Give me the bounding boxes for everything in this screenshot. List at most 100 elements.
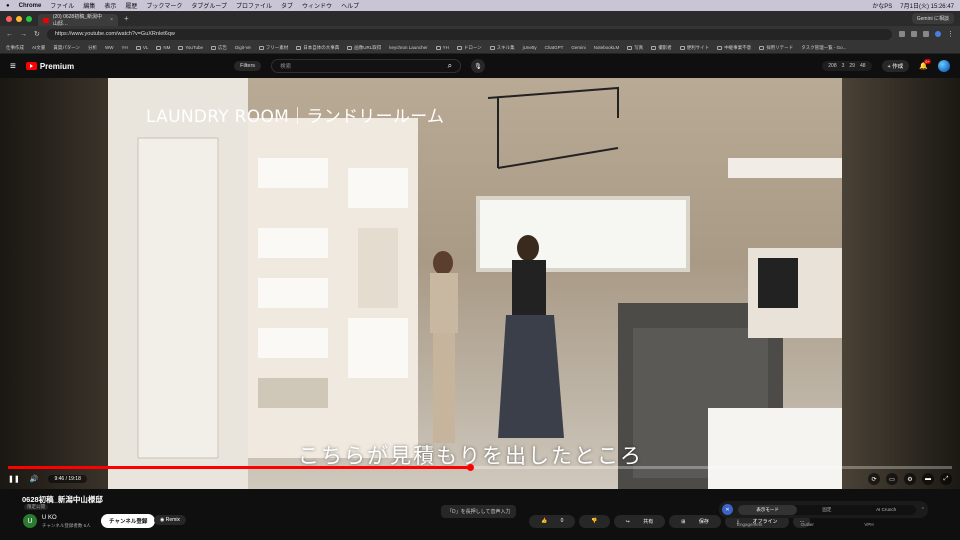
bookmark[interactable]: YH xyxy=(122,45,128,50)
menu-file[interactable]: ファイル xyxy=(50,1,74,10)
create-button[interactable]: + 作成 xyxy=(881,60,910,72)
gemini-button[interactable]: Gemini に相談 xyxy=(911,13,954,24)
clock[interactable]: 7月1日(火) 15:26:47 xyxy=(900,1,954,10)
close-window-icon[interactable] xyxy=(6,15,12,22)
menu-history[interactable]: 履歴 xyxy=(125,1,137,10)
mode-display[interactable]: 表示モード xyxy=(738,504,798,515)
close-tab-icon[interactable]: × xyxy=(110,17,113,23)
avatar[interactable] xyxy=(938,60,950,72)
subscribe-button[interactable]: チャンネル登録 xyxy=(101,514,156,528)
folder-icon xyxy=(717,45,723,50)
bookmark[interactable]: 仕事作成 xyxy=(6,45,24,51)
menu-view[interactable]: 表示 xyxy=(104,1,116,10)
search-icon[interactable]: ⌕ xyxy=(448,61,452,71)
bookmark[interactable]: NM xyxy=(156,45,170,50)
forward-icon[interactable]: → xyxy=(20,31,27,38)
channel-avatar[interactable]: U xyxy=(23,514,37,528)
bookmark[interactable]: ドローン xyxy=(456,45,482,51)
remix-button[interactable]: ◉ Remix xyxy=(154,515,186,525)
bookmark[interactable]: 便利サイト xyxy=(679,45,709,51)
bookmark[interactable]: 画像URL取得 xyxy=(347,45,381,51)
menu-tabgroups[interactable]: タブグループ xyxy=(191,1,227,10)
bookmark[interactable]: keychron Launcher xyxy=(389,45,427,50)
scrubber-handle[interactable] xyxy=(467,463,475,471)
notification-badge: 9+ xyxy=(924,59,931,64)
pause-icon[interactable]: ❚❚ xyxy=(8,475,20,483)
bookmark[interactable]: NotebookLM xyxy=(594,45,620,50)
extension-icon[interactable] xyxy=(899,31,905,37)
tab-active[interactable]: (20) 0628初稿_新潟中山邸… × xyxy=(38,14,118,27)
bookmark[interactable]: 撮影者 xyxy=(651,45,672,51)
youtube-logo[interactable]: Premium xyxy=(25,62,74,71)
bookmark[interactable]: YH xyxy=(435,45,449,50)
zoom-window-icon[interactable] xyxy=(26,15,32,22)
video-player[interactable]: LAUNDRY ROOM｜ランドリールーム こちらが見積もりを出したところ ❚❚… xyxy=(0,78,960,489)
bookmarks-bar: 仕事作成 AI文書 賃貸パターン 分析 WW YH VL NM YouTube … xyxy=(0,42,960,54)
subtitles-icon[interactable]: ▭ xyxy=(886,473,898,485)
folder-icon xyxy=(258,45,264,50)
address-bar: ← → ↻ https://www.youtube.com/watch?v=Gu… xyxy=(0,26,960,42)
bookmark[interactable]: 写真 xyxy=(627,45,643,51)
search-placeholder: 検索 xyxy=(280,64,292,70)
bookmark[interactable]: jUnetty xyxy=(523,45,537,50)
bookmark[interactable]: ChatGPT xyxy=(545,45,564,50)
save-button[interactable]: ⊞ 保存 xyxy=(669,515,721,528)
more-menu-icon[interactable]: ⋮ xyxy=(947,30,954,38)
settings-gear-icon[interactable]: ⚙ xyxy=(904,473,916,485)
bookmark[interactable]: YouTube xyxy=(178,45,203,50)
menu-edit[interactable]: 編集 xyxy=(83,1,95,10)
extension-icon[interactable] xyxy=(923,31,929,37)
dislike-button[interactable]: 👎 xyxy=(579,515,610,528)
app-name[interactable]: Chrome xyxy=(19,3,42,9)
bookmark[interactable]: タスク管理一覧 - Go... xyxy=(801,45,846,51)
volume-icon[interactable]: 🔊 xyxy=(30,475,39,483)
new-tab-button[interactable]: + xyxy=(118,14,135,23)
bookmark[interactable]: 分析 xyxy=(88,45,97,51)
input-method-indicator[interactable]: かなPS xyxy=(872,1,892,10)
minimize-window-icon[interactable] xyxy=(16,15,22,22)
bookmark[interactable]: 中継事業不意 xyxy=(717,45,751,51)
collapse-icon[interactable]: ⌃ xyxy=(921,507,925,513)
bookmark[interactable]: フリー素材 xyxy=(258,45,288,51)
folder-icon xyxy=(135,45,141,50)
extension-logo-icon[interactable]: ✕ xyxy=(722,504,733,515)
fullscreen-icon[interactable]: ⤢ xyxy=(940,473,952,485)
bookmark[interactable]: 賃貸パターン xyxy=(53,45,80,51)
like-icon: 👍 xyxy=(535,515,555,527)
notifications-icon[interactable]: 🔔 9+ xyxy=(919,59,931,70)
menu-tab[interactable]: タブ xyxy=(281,1,293,10)
microphone-icon[interactable]: 🎙 xyxy=(471,59,486,73)
menu-profiles[interactable]: プロファイル xyxy=(236,1,272,10)
share-button[interactable]: ↪ 共有 xyxy=(613,515,666,528)
bookmark[interactable]: 日本自体の大事典 xyxy=(296,45,339,51)
bookmark[interactable]: Digit-Ve xyxy=(235,45,251,50)
mode-fixed[interactable]: 固定 xyxy=(797,505,856,515)
theater-mode-icon[interactable]: ▬ xyxy=(922,473,934,485)
search-input[interactable]: 検索 ⌕ xyxy=(271,59,462,73)
like-button[interactable]: 👍 0 xyxy=(529,515,576,528)
filters-button[interactable]: Filters xyxy=(234,61,262,71)
hamburger-menu-icon[interactable]: ≡ xyxy=(10,61,16,72)
bookmark[interactable]: スキル集 xyxy=(489,45,515,51)
menu-bookmarks[interactable]: ブックマーク xyxy=(146,1,182,10)
channel-name[interactable]: U KO xyxy=(42,515,57,521)
bookmark[interactable]: 採用リテード xyxy=(759,45,793,51)
bookmark[interactable]: AI文書 xyxy=(32,45,45,51)
menu-help[interactable]: ヘルプ xyxy=(341,1,359,10)
url-field[interactable]: https://www.youtube.com/watch?v=GuXRnlet… xyxy=(46,28,892,40)
metric-engagement: Engagement xyxy=(737,522,763,527)
bookmark[interactable]: Gemini xyxy=(571,45,585,50)
apple-icon[interactable]: ● xyxy=(6,3,10,9)
bookmark[interactable]: VL xyxy=(135,45,148,50)
mode-ai-crunch[interactable]: AI Crunch xyxy=(857,505,916,515)
extension-icon[interactable] xyxy=(935,31,941,37)
bookmark[interactable]: 広告 xyxy=(211,45,227,51)
progress-bar[interactable] xyxy=(8,463,952,471)
menu-window[interactable]: ウィンドウ xyxy=(302,1,332,10)
extension-icon[interactable] xyxy=(911,31,917,37)
bookmark[interactable]: WW xyxy=(105,45,114,50)
stats-pill[interactable]: 208 3 29 48 xyxy=(822,61,872,71)
autoplay-icon[interactable]: ⟳ xyxy=(868,473,880,485)
back-icon[interactable]: ← xyxy=(6,31,13,38)
reload-icon[interactable]: ↻ xyxy=(34,30,40,38)
